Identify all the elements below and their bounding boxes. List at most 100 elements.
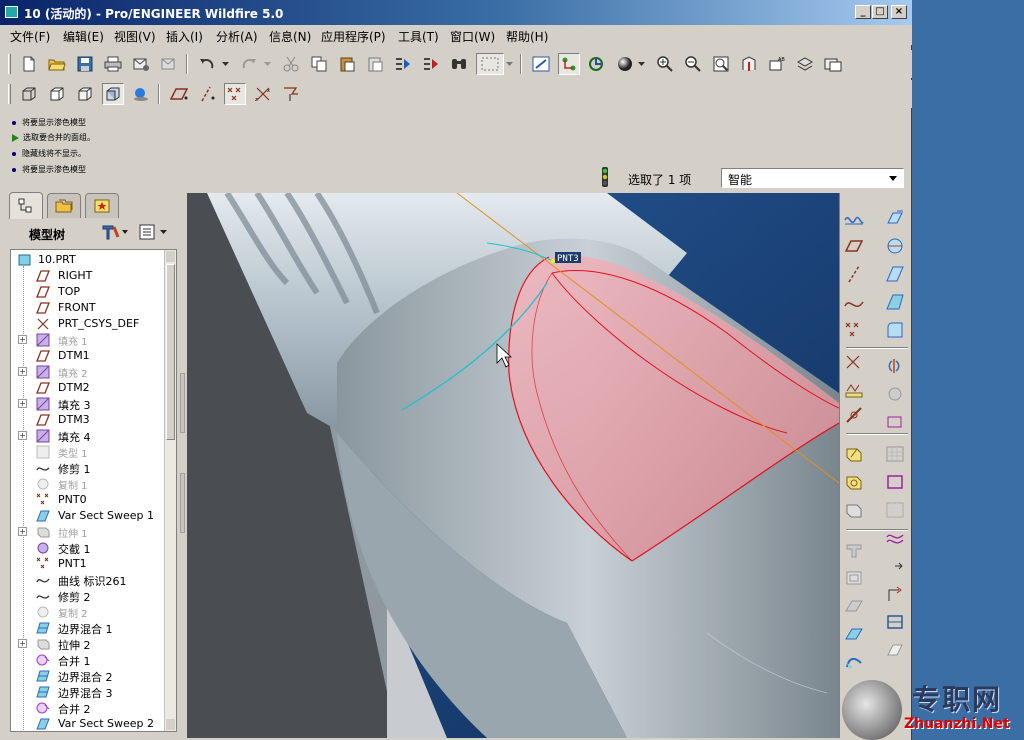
boundary-blend-tool-icon[interactable]: [843, 567, 865, 589]
tree-item[interactable]: Var Sect Sweep 1: [11, 508, 163, 524]
analysis-feature-icon[interactable]: [843, 379, 865, 401]
annotation-display-icon[interactable]: [280, 83, 302, 105]
datum-curve-tool-icon[interactable]: [843, 291, 865, 313]
csys-tool-icon[interactable]: [843, 351, 865, 373]
project-tool-icon[interactable]: [884, 471, 906, 493]
refit-icon[interactable]: [710, 53, 732, 75]
tree-item[interactable]: 交截 1: [11, 540, 163, 556]
save-icon[interactable]: [74, 53, 96, 75]
redo-icon[interactable]: [238, 53, 260, 75]
undo-dropdown-icon[interactable]: [220, 53, 232, 75]
selection-box-icon[interactable]: [476, 53, 504, 75]
paste-special-icon[interactable]: [364, 53, 386, 75]
round-tool-icon[interactable]: [884, 319, 906, 341]
tree-item[interactable]: PNT1: [11, 556, 163, 572]
datum-point-display-icon[interactable]: [224, 83, 246, 105]
splitter-handle[interactable]: [180, 473, 185, 533]
tree-item[interactable]: + 填充 1: [11, 332, 163, 348]
helical-sweep-tool-icon[interactable]: [843, 651, 865, 673]
datum-axis-display-icon[interactable]: [196, 83, 218, 105]
tree-item[interactable]: 曲线 标识261: [11, 572, 163, 588]
display-style-dropdown-icon[interactable]: [636, 53, 648, 75]
mirror-tool-icon[interactable]: [884, 355, 906, 377]
model-view[interactable]: PNT3: [187, 193, 839, 738]
tree-item[interactable]: TOP: [11, 284, 163, 300]
selection-filter-select[interactable]: 智能: [721, 168, 904, 188]
tree-item[interactable]: 修剪 1: [11, 460, 163, 476]
pattern-tool-icon[interactable]: [884, 443, 906, 465]
zoom-out-icon[interactable]: [682, 53, 704, 75]
csys-display-icon[interactable]: zx: [252, 83, 274, 105]
open-file-icon[interactable]: [46, 53, 68, 75]
tree-item[interactable]: 合并 2: [11, 700, 163, 716]
expand-icon[interactable]: +: [18, 527, 27, 536]
tree-item[interactable]: + 填充 4: [11, 428, 163, 444]
spin-center-icon[interactable]: [558, 53, 580, 75]
menu-tools[interactable]: 工具(T): [398, 28, 439, 45]
tree-scrollbar[interactable]: [164, 250, 176, 731]
shading-icon[interactable]: [102, 83, 124, 105]
tree-item[interactable]: Var Sect Sweep 2: [11, 716, 163, 731]
view-manager-icon[interactable]: [822, 53, 844, 75]
sketch-tool-icon[interactable]: [843, 207, 865, 229]
regenerate-icon[interactable]: [392, 53, 414, 75]
scroll-up-button[interactable]: [166, 251, 175, 262]
expand-icon[interactable]: +: [18, 399, 27, 408]
tree-item[interactable]: 10.PRT: [11, 252, 163, 268]
minimize-button[interactable]: _: [855, 5, 871, 19]
email-link-icon[interactable]: [158, 53, 180, 75]
tree-item[interactable]: 边界混合 1: [11, 620, 163, 636]
datum-point-tool-icon[interactable]: [843, 319, 865, 341]
scrollbar-thumb[interactable]: [166, 264, 175, 440]
tab-model-tree[interactable]: [9, 192, 43, 219]
splitter-handle[interactable]: [180, 373, 185, 433]
enhanced-realism-icon[interactable]: [130, 83, 152, 105]
repaint-icon[interactable]: [530, 53, 552, 75]
menu-insert[interactable]: 插入(I): [166, 28, 203, 45]
shell-tool-icon[interactable]: [884, 235, 906, 257]
tree-item[interactable]: + 拉伸 2: [11, 636, 163, 652]
rib-tool-icon[interactable]: [884, 263, 906, 285]
tree-item[interactable]: DTM2: [11, 380, 163, 396]
tree-item[interactable]: + 填充 3: [11, 396, 163, 412]
reference-tool-icon[interactable]: [843, 405, 865, 427]
tree-settings-button[interactable]: [100, 222, 130, 242]
revolve-tool-icon[interactable]: [843, 471, 865, 493]
panel-splitter[interactable]: [178, 193, 187, 738]
zoom-in-icon[interactable]: [654, 53, 676, 75]
orient-mode-icon[interactable]: [586, 53, 608, 75]
blend-tool-icon[interactable]: [843, 539, 865, 561]
menu-analysis[interactable]: 分析(A): [216, 28, 258, 45]
paste-icon[interactable]: [336, 53, 358, 75]
offset-tool-icon[interactable]: [884, 555, 906, 577]
reorient-icon[interactable]: [738, 53, 760, 75]
swept-blend-tool-icon[interactable]: [843, 623, 865, 645]
variable-sweep-tool-icon[interactable]: [843, 595, 865, 617]
datum-axis-tool-icon[interactable]: [843, 263, 865, 285]
wireframe-icon[interactable]: [18, 83, 40, 105]
thicken-tool-icon[interactable]: [884, 499, 906, 521]
tab-folder-browser[interactable]: [47, 193, 81, 218]
display-style-icon[interactable]: [614, 53, 636, 75]
tree-item[interactable]: 修剪 2: [11, 588, 163, 604]
tab-favorites[interactable]: [85, 193, 119, 218]
copy-icon[interactable]: [308, 53, 330, 75]
tree-item[interactable]: DTM1: [11, 348, 163, 364]
menu-window[interactable]: 窗口(W): [450, 28, 495, 45]
saved-views-icon[interactable]: AB: [766, 53, 788, 75]
expand-icon[interactable]: +: [18, 431, 27, 440]
datum-plane-display-icon[interactable]: [168, 83, 190, 105]
tree-item[interactable]: 边界混合 2: [11, 668, 163, 684]
intersect-tool-icon[interactable]: [884, 611, 906, 633]
tree-item[interactable]: 复制 2: [11, 604, 163, 620]
merge-tool-icon[interactable]: [884, 383, 906, 405]
no-hidden-icon[interactable]: [74, 83, 96, 105]
hidden-line-icon[interactable]: [46, 83, 68, 105]
solidify-tool-icon[interactable]: [884, 639, 906, 661]
tree-show-button[interactable]: [138, 222, 172, 242]
expand-icon[interactable]: +: [18, 367, 27, 376]
menu-file[interactable]: 文件(F): [10, 28, 50, 45]
extrude-tool-icon[interactable]: [843, 443, 865, 465]
menu-view[interactable]: 视图(V): [114, 28, 156, 45]
tree-item[interactable]: DTM3: [11, 412, 163, 428]
